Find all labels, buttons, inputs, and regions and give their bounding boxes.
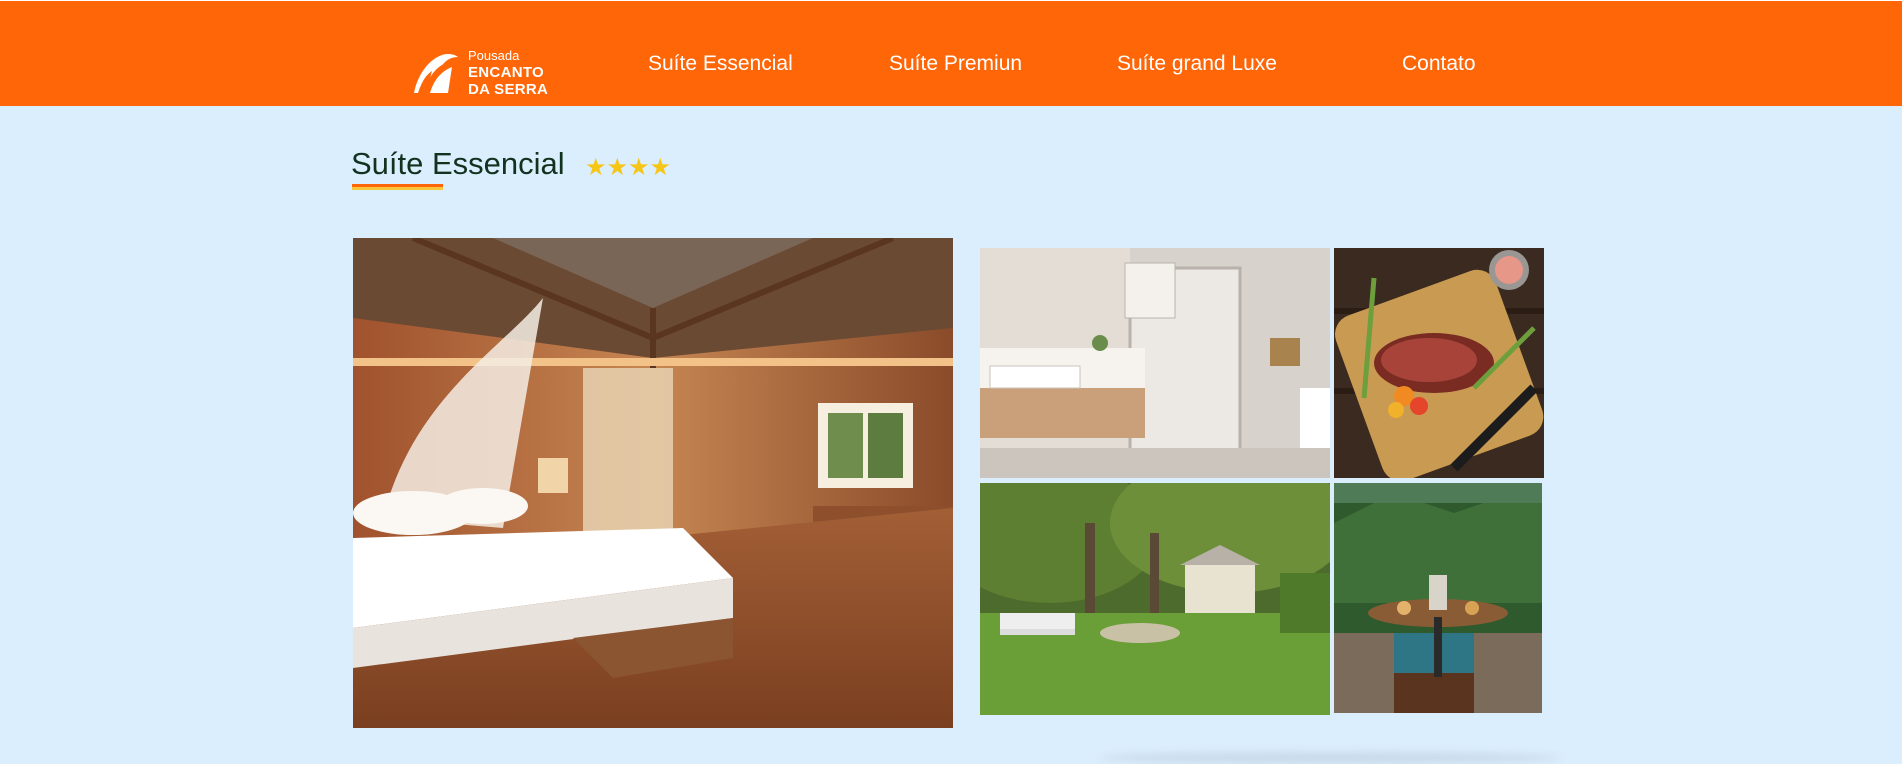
bathroom-photo[interactable] bbox=[980, 248, 1330, 478]
logo-line-2: ENCANTO bbox=[468, 64, 544, 81]
logo-line-3: DA SERRA bbox=[468, 81, 549, 98]
bedroom-photo[interactable] bbox=[353, 238, 953, 728]
mountain-dining-photo[interactable] bbox=[1334, 483, 1542, 713]
nav-suite-premiun[interactable]: Suíte Premiun bbox=[889, 52, 1022, 76]
nav-contato[interactable]: Contato bbox=[1402, 52, 1476, 76]
steak-photo[interactable] bbox=[1334, 248, 1544, 478]
garden-photo[interactable] bbox=[980, 483, 1330, 715]
nav-suite-essencial[interactable]: Suíte Essencial bbox=[648, 52, 793, 76]
decorative-shadow bbox=[1100, 752, 1560, 764]
logo-mountain-icon bbox=[414, 54, 458, 93]
logo[interactable]: Pousada ENCANTO DA SERRA bbox=[412, 48, 562, 98]
page-title: Suíte Essencial bbox=[351, 146, 565, 181]
nav-suite-grand-luxe[interactable]: Suíte grand Luxe bbox=[1117, 52, 1277, 76]
logo-line-1: Pousada bbox=[468, 48, 520, 63]
title-underline-yellow bbox=[352, 187, 443, 190]
site-header: Pousada ENCANTO DA SERRA Suíte Essencial… bbox=[0, 0, 1902, 106]
star-rating: ★★★★ bbox=[585, 154, 672, 181]
